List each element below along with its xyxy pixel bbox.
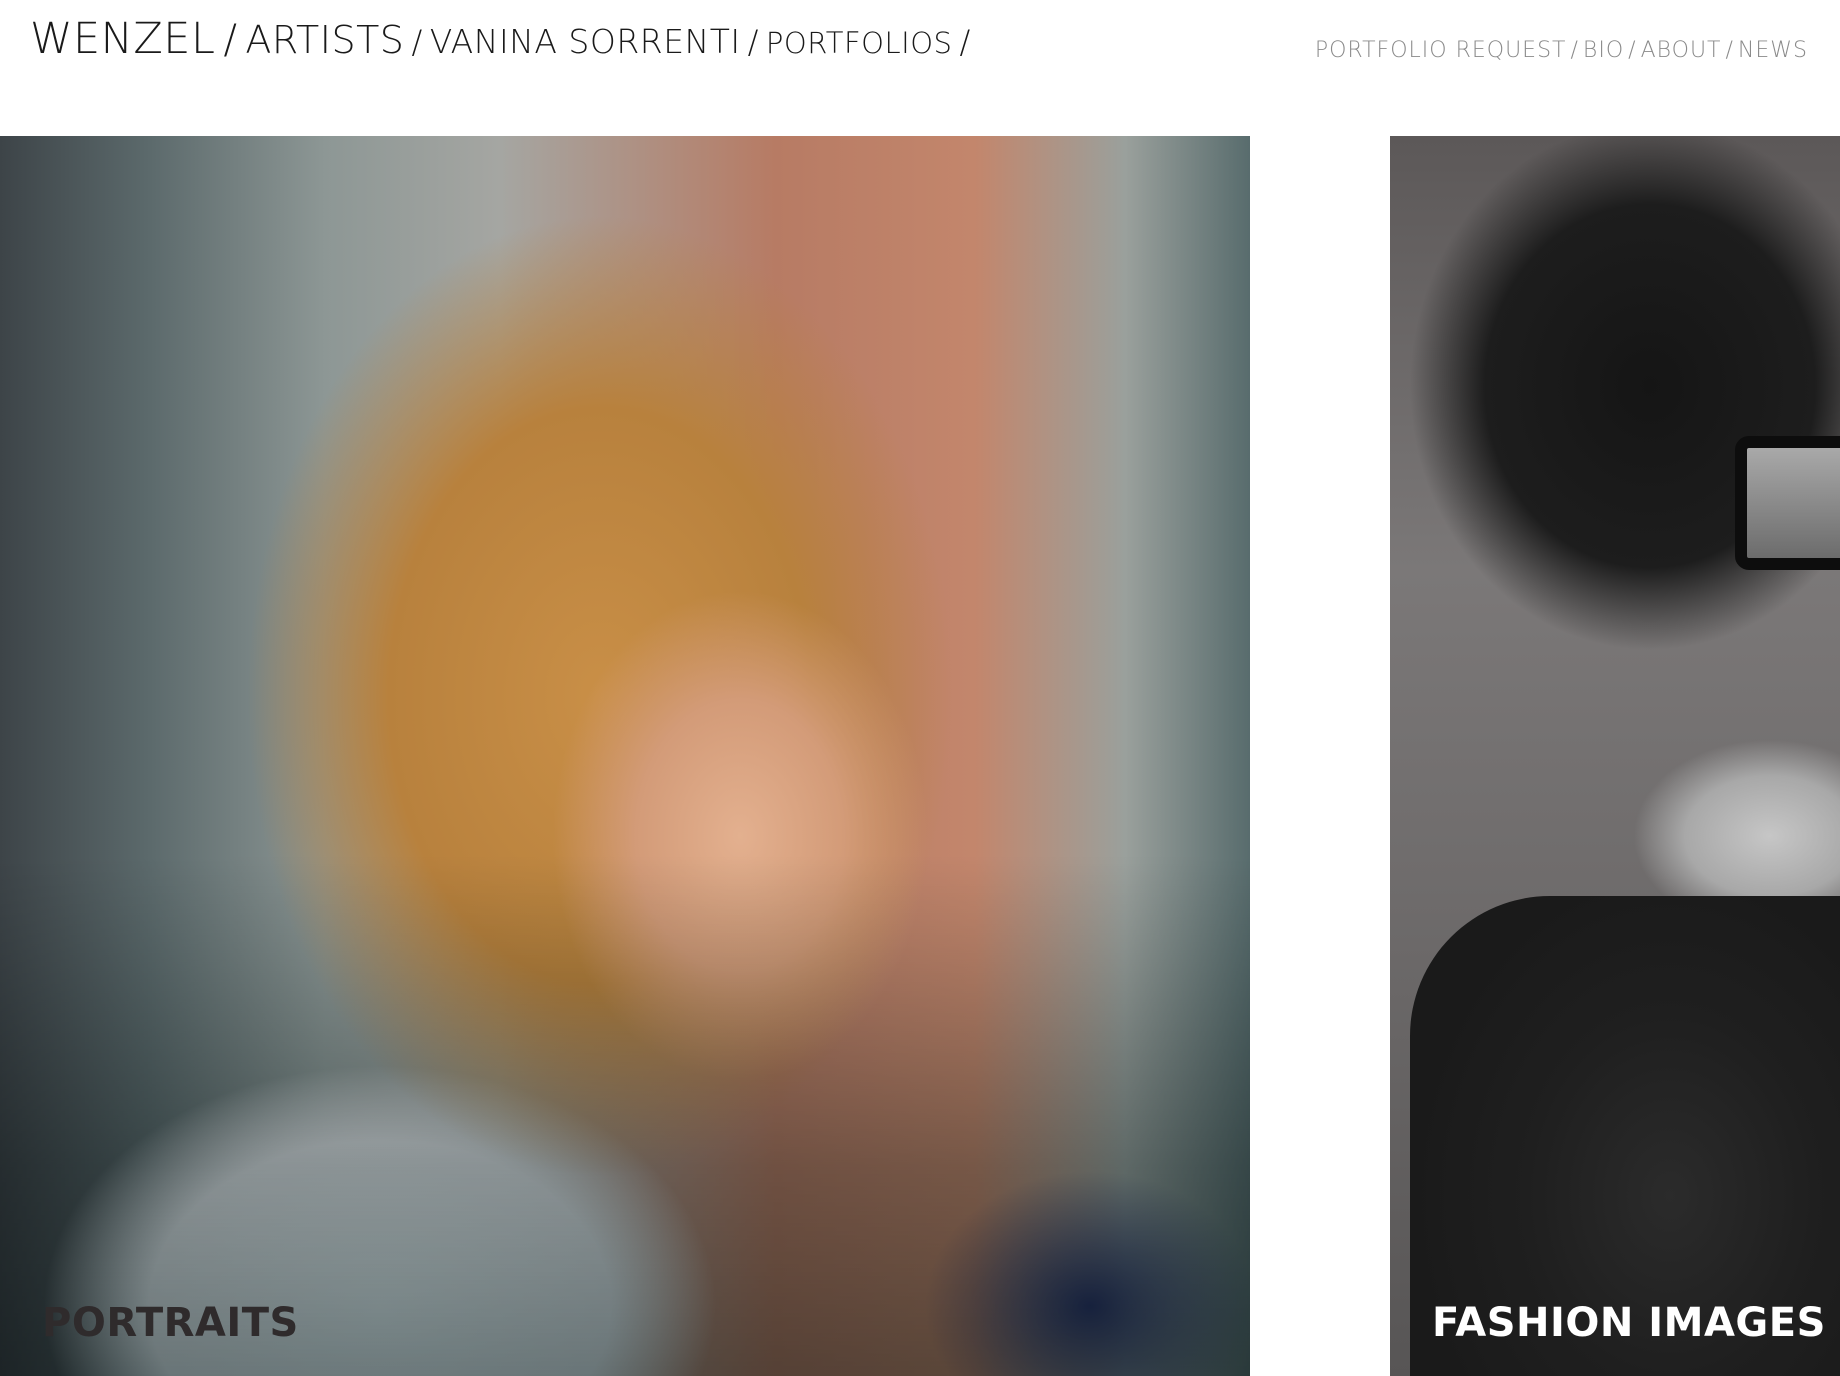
- portfolio-tile-label: FASHION IMAGES: [1432, 1300, 1826, 1346]
- breadcrumb-brand-link[interactable]: WENZEL: [30, 14, 215, 64]
- breadcrumb-separator: /: [959, 23, 971, 61]
- breadcrumb: WENZEL / ARTISTS / VANINA SORRENTI / POR…: [30, 14, 978, 64]
- nav-separator: /: [1725, 38, 1734, 63]
- top-navigation: PORTFOLIO REQUEST / BIO / ABOUT / NEWS: [1315, 38, 1808, 63]
- breadcrumb-artist-link[interactable]: VANINA SORRENTI: [430, 22, 741, 61]
- breadcrumb-separator: /: [747, 23, 759, 61]
- nav-about-link[interactable]: ABOUT: [1641, 38, 1722, 63]
- photo-glasses-shape: [1735, 436, 1840, 570]
- breadcrumb-artists-link[interactable]: ARTISTS: [245, 18, 404, 62]
- portfolio-tile-label: PORTRAITS: [42, 1300, 299, 1346]
- breadcrumb-separator: /: [411, 23, 423, 61]
- nav-separator: /: [1570, 38, 1579, 63]
- breadcrumb-current-page: PORTFOLIOS: [765, 26, 953, 60]
- nav-bio-link[interactable]: BIO: [1583, 38, 1624, 63]
- portfolio-tile-portraits[interactable]: PORTRAITS: [0, 136, 1250, 1376]
- site-header: WENZEL / ARTISTS / VANINA SORRENTI / POR…: [0, 0, 1840, 136]
- breadcrumb-separator: /: [223, 17, 238, 63]
- nav-separator: /: [1628, 38, 1637, 63]
- nav-news-link[interactable]: NEWS: [1738, 38, 1808, 63]
- portfolio-tile-fashion-images[interactable]: FASHION IMAGES: [1390, 136, 1840, 1376]
- nav-portfolio-request-link[interactable]: PORTFOLIO REQUEST: [1315, 38, 1567, 63]
